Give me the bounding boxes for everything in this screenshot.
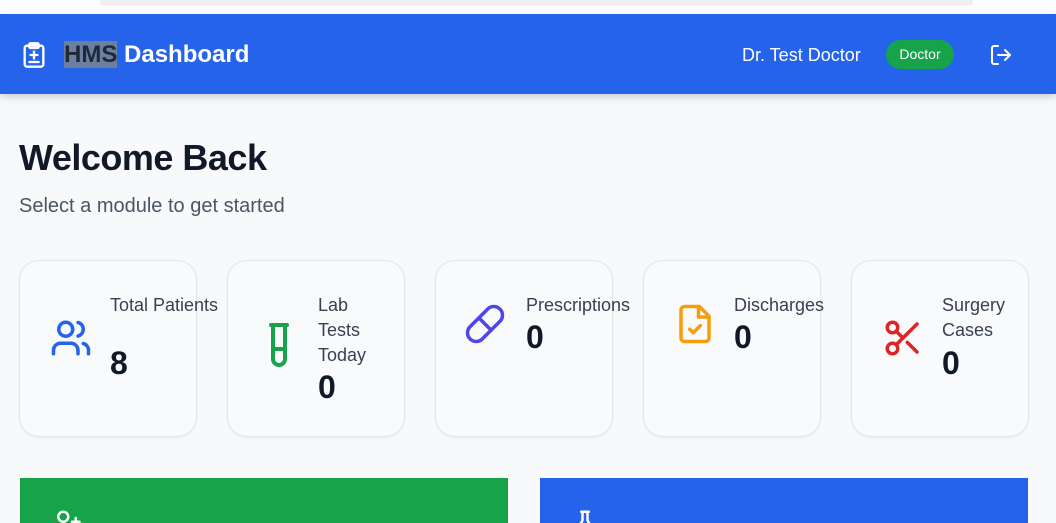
file-check-icon: [679, 304, 711, 344]
test-tube-icon: [269, 323, 289, 367]
stat-card-lab-tests: Lab Tests Today 0: [227, 260, 405, 437]
page-title: Welcome Back: [19, 137, 267, 178]
users-icon: [51, 320, 91, 356]
stat-card-surgery-cases: Surgery Cases 0: [851, 260, 1029, 437]
user-plus-icon: [57, 510, 81, 523]
stat-card-prescriptions: Prescriptions 0: [435, 260, 630, 437]
stat-card-discharges: Discharges 0: [643, 260, 824, 437]
scissors-icon: [885, 320, 919, 356]
hospital-clipboard-icon: [23, 42, 45, 68]
stat-label: Surgery Cases: [942, 295, 1006, 340]
user-name: Dr. Test Doctor: [742, 45, 861, 65]
top-navbar: HMS Dashboard Dr. Test Doctor Doctor: [0, 14, 1056, 94]
browser-address-bar[interactable]: [100, 0, 973, 6]
flask-icon: [579, 510, 591, 523]
logout-icon[interactable]: [989, 43, 1013, 67]
pill-icon: [465, 304, 505, 344]
browser-chrome: [0, 0, 1056, 14]
stat-value: 0: [318, 369, 336, 405]
app-title-rest: Dashboard: [117, 41, 250, 68]
module-card-lab[interactable]: [540, 478, 1028, 523]
stat-label: Total Patients: [110, 295, 219, 315]
stat-label: Lab Tests Today: [318, 295, 367, 365]
app-title-highlight: HMS: [64, 41, 118, 68]
stat-value: 0: [942, 345, 960, 381]
module-card-patient-registration[interactable]: [20, 478, 508, 523]
stat-value: 8: [110, 345, 128, 381]
stat-label: Discharges: [734, 295, 825, 315]
stat-value: 0: [734, 319, 752, 355]
stat-label: Prescriptions: [526, 295, 631, 315]
page-subtitle: Select a module to get started: [19, 195, 285, 217]
role-badge: Doctor: [886, 40, 954, 69]
stat-card-total-patients: Total Patients 8: [19, 260, 218, 437]
app-title: HMS Dashboard: [64, 39, 249, 71]
stat-value: 0: [526, 319, 544, 355]
